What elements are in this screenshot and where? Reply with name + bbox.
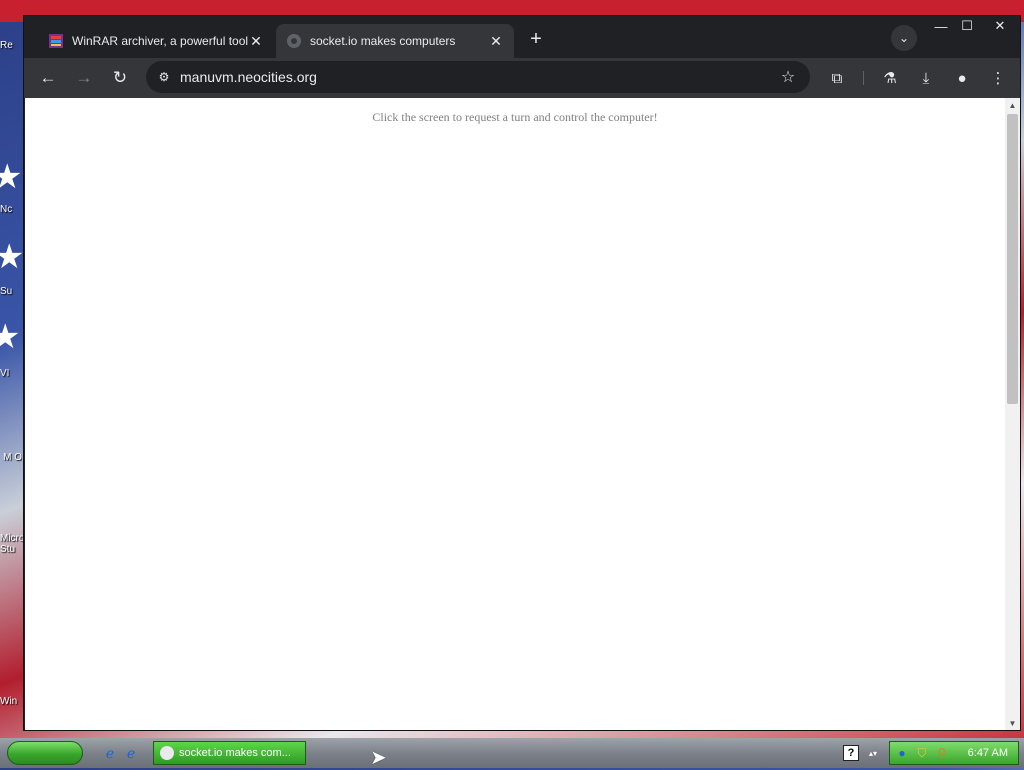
minimize-button[interactable]: —: [928, 16, 954, 36]
chrome-icon: [160, 746, 174, 760]
start-button[interactable]: [7, 741, 83, 765]
clock[interactable]: 6:47 AM: [968, 747, 1008, 759]
flag-star: ★: [0, 238, 25, 276]
window-controls: — ☐ ✕: [928, 16, 1020, 36]
page-viewport[interactable]: Click the screen to request a turn and c…: [25, 98, 1005, 730]
taskbar-button-browser[interactable]: socket.io makes com...: [153, 741, 306, 765]
close-tab-icon[interactable]: ✕: [248, 33, 264, 49]
site-info-icon[interactable]: ⚙: [154, 67, 174, 87]
back-button[interactable]: ←: [34, 64, 62, 92]
ie-icon[interactable]: ℯ: [101, 744, 119, 762]
tray-expand-icon[interactable]: ▴▾: [867, 742, 879, 764]
flag-star: ★: [0, 158, 23, 196]
taskbar: ℯ ℯ socket.io makes com... ? ▴▾ ● ⛉ ⚲ 6:…: [0, 738, 1024, 768]
browser-toolbar: ← → ↻ ⚙ manuvm.neocities.org ☆ ⧉ ⚗ ⤓ ● ⋮: [24, 58, 1020, 98]
page-message: Click the screen to request a turn and c…: [372, 110, 658, 124]
winrar-icon: [48, 33, 64, 49]
shield-icon[interactable]: ⛉: [914, 745, 930, 761]
close-window-button[interactable]: ✕: [980, 16, 1020, 36]
new-tab-button[interactable]: +: [524, 27, 548, 51]
tab-title: WinRAR archiver, a powerful tool t: [72, 34, 248, 48]
labs-icon[interactable]: ⚗: [876, 64, 904, 92]
bookmark-star-icon[interactable]: ☆: [776, 65, 800, 89]
ie-alt-icon[interactable]: ℯ: [122, 744, 140, 762]
desktop-icon-label[interactable]: M O: [0, 452, 22, 463]
tab-title: socket.io makes computers: [310, 34, 456, 48]
menu-icon[interactable]: ⋮: [984, 64, 1012, 92]
browser-window: WinRAR archiver, a powerful tool t ✕ soc…: [23, 15, 1021, 731]
taskbar-button-label: socket.io makes com...: [179, 747, 291, 759]
forward-button[interactable]: →: [70, 64, 98, 92]
tab-search-button[interactable]: ⌄: [891, 25, 917, 51]
tab-socketio[interactable]: socket.io makes computers ✕: [276, 24, 514, 58]
address-bar[interactable]: ⚙ manuvm.neocities.org ☆: [146, 61, 810, 93]
extensions-icon[interactable]: ⧉: [823, 64, 851, 92]
tab-strip: WinRAR archiver, a powerful tool t ✕ soc…: [24, 16, 1020, 58]
scrollbar-thumb[interactable]: [1007, 114, 1018, 404]
search-icon[interactable]: ⚲: [934, 745, 950, 761]
system-tray: ● ⛉ ⚲ 6:47 AM: [889, 741, 1019, 765]
scroll-down-icon[interactable]: ▼: [1005, 716, 1020, 730]
close-tab-icon[interactable]: ✕: [488, 33, 504, 49]
flag-star: ★: [0, 318, 21, 356]
profile-icon[interactable]: ●: [948, 64, 976, 92]
download-icon[interactable]: ⤓: [912, 64, 940, 92]
maximize-button[interactable]: ☐: [954, 16, 980, 36]
vertical-scrollbar[interactable]: ▲ ▼: [1005, 98, 1020, 730]
help-icon[interactable]: ?: [843, 745, 859, 761]
mouse-cursor-icon: ➤: [370, 747, 387, 769]
desktop-icon-label[interactable]: Micro Stu: [0, 533, 24, 555]
network-icon[interactable]: ●: [894, 745, 910, 761]
url-text[interactable]: manuvm.neocities.org: [180, 69, 776, 85]
globe-icon: [286, 33, 302, 49]
scroll-up-icon[interactable]: ▲: [1005, 98, 1020, 112]
reload-button[interactable]: ↻: [106, 64, 134, 92]
toolbar-divider: [863, 71, 864, 85]
tab-winrar[interactable]: WinRAR archiver, a powerful tool t ✕: [38, 24, 274, 58]
